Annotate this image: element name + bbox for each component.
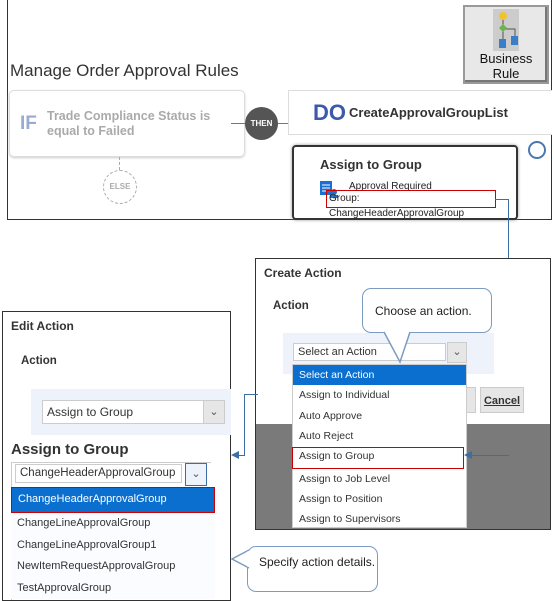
dropdown-option[interactable]: Assign to Supervisors: [293, 509, 466, 529]
if-condition-card[interactable]: IF Trade Compliance Status is equal to F…: [9, 90, 245, 157]
connector-line: [470, 455, 509, 456]
callout-pointer: [383, 331, 411, 364]
cancel-button[interactable]: Cancel: [480, 387, 524, 413]
connector-line: [244, 394, 245, 456]
action-select[interactable]: Assign to Group: [42, 400, 225, 424]
dropdown-option[interactable]: Auto Reject: [293, 426, 466, 446]
group-dropdown-list: ChangeHeaderApprovalGroup ChangeLineAppr…: [11, 487, 215, 599]
connector-line: [495, 199, 509, 200]
assign-to-group-card[interactable]: Assign to Group Approval Required Group:…: [292, 145, 518, 220]
then-badge: THEN: [245, 107, 278, 140]
group-option[interactable]: NewItemRequestApprovalGroup: [11, 556, 215, 578]
connector-line: [244, 394, 258, 395]
action-label: Action: [273, 300, 309, 312]
business-rule-label: Business Rule: [479, 51, 533, 81]
dropdown-option[interactable]: Assign to Position: [293, 489, 466, 509]
edit-action-panel: Edit Action Action Assign to Group ⌄ Ass…: [2, 311, 231, 601]
action-select-input[interactable]: Select an Action: [293, 343, 446, 361]
if-keyword: IF: [20, 113, 37, 134]
callout-pointer: [230, 549, 250, 569]
chevron-down-icon[interactable]: ⌄: [447, 342, 467, 363]
section-title: Assign to Group: [11, 441, 129, 458]
action-label: Action: [21, 355, 57, 367]
dropdown-option[interactable]: Auto Approve: [293, 406, 466, 426]
do-name: CreateApprovalGroupList: [349, 105, 508, 120]
do-keyword: DO: [313, 100, 346, 125]
group-option[interactable]: ChangeLineApprovalGroup1: [11, 535, 215, 557]
page-title: Manage Order Approval Rules: [10, 61, 239, 80]
group-option-selected[interactable]: ChangeHeaderApprovalGroup: [11, 487, 215, 513]
else-badge[interactable]: ELSE: [103, 170, 137, 204]
dialog-title: Create Action: [264, 266, 342, 280]
business-rule-icon: [493, 9, 519, 51]
callout-choose-action: Choose an action.: [362, 288, 492, 333]
business-rule-button[interactable]: Business Rule: [463, 5, 549, 84]
callout-specify-details: Specify action details.: [247, 546, 378, 592]
action-dropdown-list: Select an Action Assign to Individual Au…: [292, 364, 467, 528]
chevron-down-icon[interactable]: ⌄: [185, 463, 207, 486]
else-connector: [119, 157, 120, 170]
chevron-down-icon[interactable]: ⌄: [203, 400, 225, 424]
do-header: DO CreateApprovalGroupList: [288, 90, 552, 135]
card-title: Assign to Group: [320, 157, 422, 172]
arrow-left-icon: [231, 451, 239, 459]
group-option[interactable]: ChangeLineApprovalGroup: [11, 513, 215, 535]
dropdown-option[interactable]: Select an Action: [293, 365, 466, 386]
group-option[interactable]: TestApprovalGroup: [11, 578, 215, 600]
card-group-highlight: Group: ChangeHeaderApprovalGroup: [326, 190, 496, 219]
dropdown-option-highlighted[interactable]: Assign to Group: [292, 446, 464, 469]
group-select-input[interactable]: ChangeHeaderApprovalGroup: [15, 464, 182, 483]
dropdown-option[interactable]: Assign to Individual: [293, 385, 466, 405]
card-handle[interactable]: [528, 141, 546, 159]
panel-title: Edit Action: [11, 319, 74, 333]
dropdown-option[interactable]: Assign to Job Level: [293, 469, 466, 489]
condition-text: Trade Compliance Status is equal to Fail…: [47, 109, 211, 138]
